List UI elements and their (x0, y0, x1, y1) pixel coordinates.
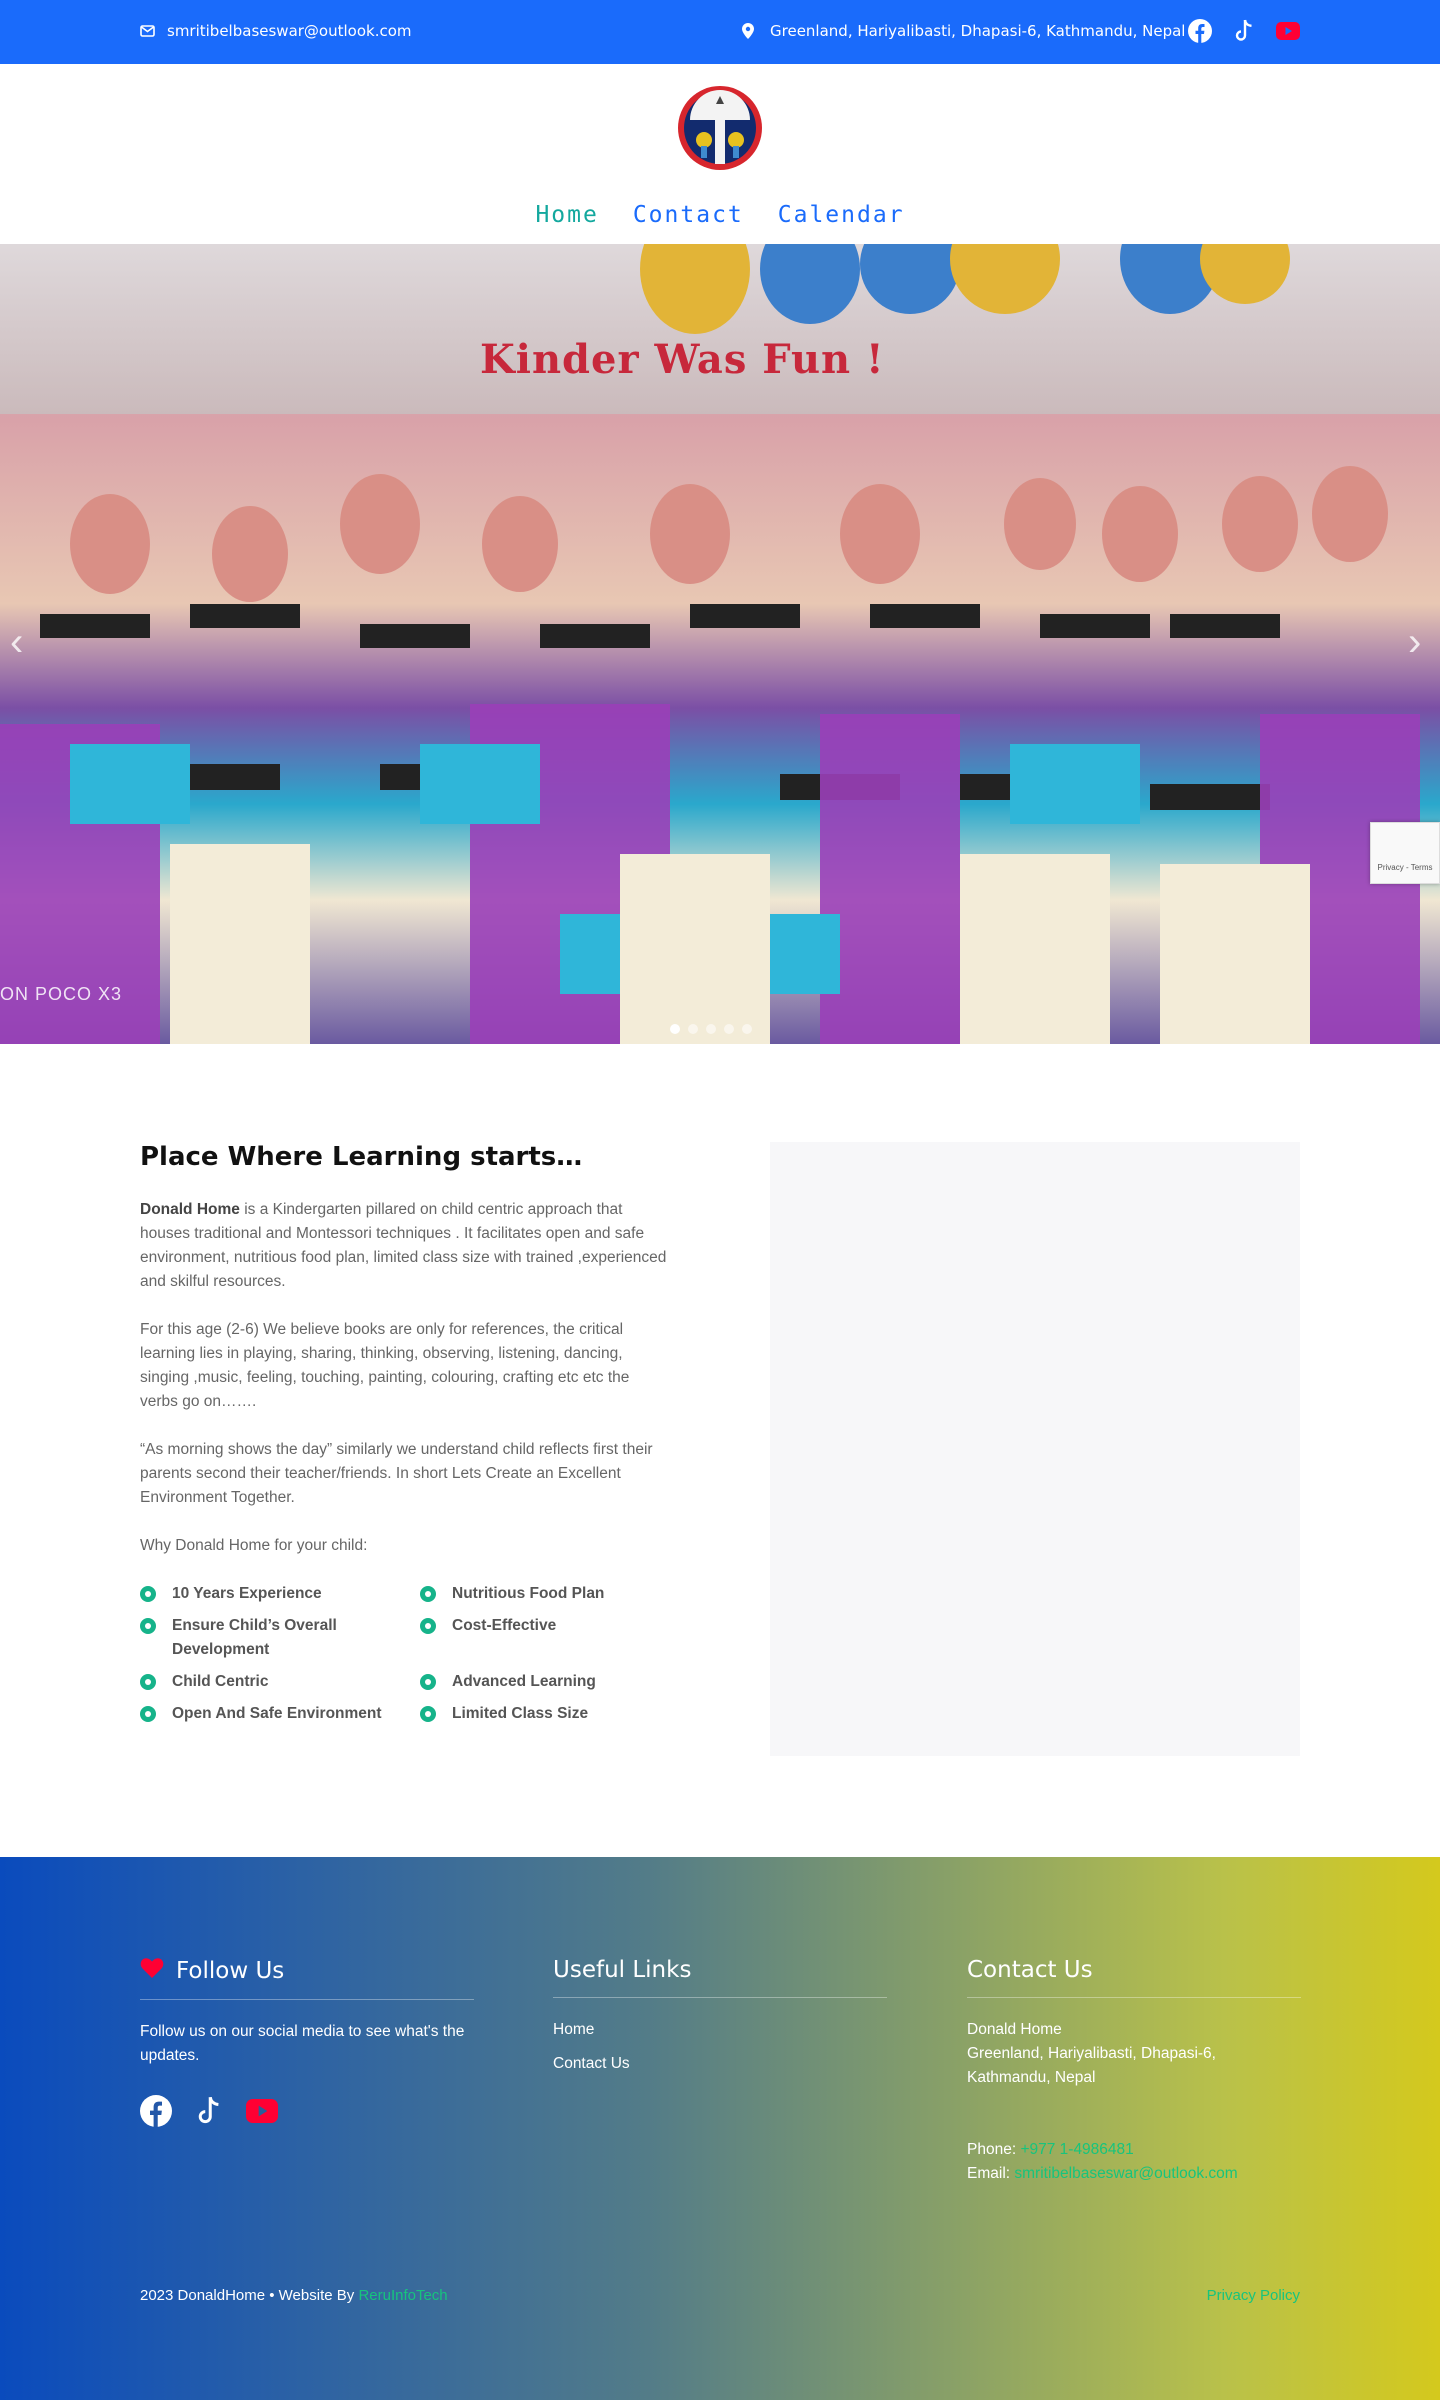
contact-phone[interactable]: +977 1-4986481 (1020, 2141, 1133, 2158)
graduation-photo (0, 466, 1420, 1044)
check-circle-icon (140, 1706, 156, 1722)
footer-follow-text: Follow us on our social media to see wha… (140, 2023, 465, 2064)
about-paragraph-1: Donald Home is a Kindergarten pillared o… (140, 1201, 667, 1290)
youtube-icon[interactable] (246, 2099, 278, 2128)
footer-follow-title: Follow Us (140, 1957, 474, 2000)
check-circle-icon (420, 1706, 436, 1722)
topbar-email[interactable]: smritibelbaseswar@outlook.com (140, 22, 412, 40)
footer-links-title: Useful Links (553, 1957, 887, 1998)
contact-address: Greenland, Hariyalibasti, Dhapasi-6, Kat… (967, 2045, 1216, 2086)
slider-dots (670, 1024, 752, 1034)
footer-links-list: Home Contact Us (553, 2018, 887, 2076)
footer-link-home[interactable]: Home (553, 2018, 887, 2042)
site-footer: Follow Us Follow us on our social media … (0, 1857, 1440, 2400)
recaptcha-badge[interactable]: Privacy - Terms (1370, 822, 1440, 884)
hero-banner-text: Kinder Was Fun ! (480, 336, 885, 383)
footer-bottom-bar: 2023 DonaldHome • Website By ReruInfoTec… (140, 2287, 1300, 2304)
about-paragraph-2: For this age (2-6) We believe books are … (140, 1321, 630, 1410)
brand-name: Donald Home (140, 1201, 240, 1218)
feature-item: 10 Years Experience (140, 1582, 420, 1606)
slider-dot[interactable] (670, 1024, 680, 1034)
credit-link[interactable]: ReruInfoTech (358, 2287, 447, 2304)
feature-item: Limited Class Size (420, 1702, 680, 1726)
feature-item: Cost-Effective (420, 1614, 680, 1662)
slider-next-icon[interactable]: › (1408, 620, 1421, 665)
footer-contact-title: Contact Us (967, 1957, 1301, 1998)
recaptcha-text: Privacy - Terms (1377, 863, 1433, 872)
contact-name: Donald Home (967, 2021, 1062, 2038)
footer-contact-column: Contact Us Donald Home Greenland, Hariya… (967, 1957, 1301, 2186)
footer-follow-column: Follow Us Follow us on our social media … (140, 1957, 474, 2143)
heart-icon (140, 1957, 164, 1985)
about-paragraph-4: Why Donald Home for your child: (140, 1537, 368, 1554)
feature-item: Advanced Learning (420, 1670, 680, 1694)
feature-item: Nutritious Food Plan (420, 1582, 680, 1606)
youtube-icon[interactable] (1276, 22, 1300, 40)
footer-contact-details: Donald Home Greenland, Hariyalibasti, Dh… (967, 2018, 1301, 2186)
slider-dot[interactable] (742, 1024, 752, 1034)
slider-prev-icon[interactable]: ‹ (10, 620, 23, 665)
footer-link-contact[interactable]: Contact Us (553, 2052, 887, 2076)
hero-slider[interactable]: Kinder Was Fun ! ‹ › ON POCO X3 (0, 244, 1440, 1044)
feature-list: 10 Years Experience Nutritious Food Plan… (140, 1582, 680, 1726)
about-media-placeholder (770, 1142, 1300, 1756)
slider-dot[interactable] (706, 1024, 716, 1034)
check-circle-icon (140, 1674, 156, 1690)
check-circle-icon (140, 1618, 156, 1634)
nav-calendar[interactable]: Calendar (778, 202, 905, 228)
map-pin-icon (742, 23, 754, 39)
envelope-icon (140, 25, 155, 37)
topbar-email-text: smritibelbaseswar@outlook.com (167, 22, 412, 40)
feature-item: Child Centric (140, 1670, 420, 1694)
slider-dot[interactable] (688, 1024, 698, 1034)
contact-phone-line: Phone: +977 1-4986481 (967, 2141, 1134, 2158)
feature-item: Open And Safe Environment (140, 1702, 420, 1726)
check-circle-icon (420, 1586, 436, 1602)
topbar-address: Greenland, Hariyalibasti, Dhapasi-6, Kat… (742, 22, 1185, 40)
about-title: Place Where Learning starts… (140, 1142, 583, 1172)
feature-item: Ensure Child’s Overall Development (140, 1614, 420, 1662)
about-paragraph-3: “As morning shows the day” similarly we … (140, 1441, 653, 1506)
photo-watermark: ON POCO X3 (0, 984, 123, 1004)
facebook-icon[interactable] (1188, 19, 1212, 43)
nav-home[interactable]: Home (535, 202, 598, 228)
contact-email-line: Email: smritibelbaseswar@outlook.com (967, 2165, 1238, 2182)
topbar-socials (1188, 18, 1300, 44)
site-header: Home Contact Calendar (0, 64, 1440, 244)
check-circle-icon (420, 1618, 436, 1634)
check-circle-icon (420, 1674, 436, 1690)
top-bar: smritibelbaseswar@outlook.com Greenland,… (0, 0, 1440, 64)
topbar-address-text: Greenland, Hariyalibasti, Dhapasi-6, Kat… (770, 22, 1186, 40)
footer-links-column: Useful Links Home Contact Us (553, 1957, 887, 2086)
tiktok-icon[interactable] (194, 2094, 224, 2133)
donald-home-logo[interactable] (676, 84, 764, 172)
facebook-icon[interactable] (140, 2095, 172, 2132)
main-nav: Home Contact Calendar (0, 202, 1440, 228)
footer-socials (140, 2094, 474, 2143)
tiktok-icon[interactable] (1232, 18, 1256, 44)
check-circle-icon (140, 1586, 156, 1602)
about-text: Donald Home is a Kindergarten pillared o… (140, 1198, 670, 1582)
slider-dot[interactable] (724, 1024, 734, 1034)
privacy-policy-link[interactable]: Privacy Policy (1207, 2287, 1300, 2304)
contact-email[interactable]: smritibelbaseswar@outlook.com (1014, 2165, 1237, 2182)
nav-contact[interactable]: Contact (633, 202, 744, 228)
copyright: 2023 DonaldHome • Website By ReruInfoTec… (140, 2287, 448, 2304)
